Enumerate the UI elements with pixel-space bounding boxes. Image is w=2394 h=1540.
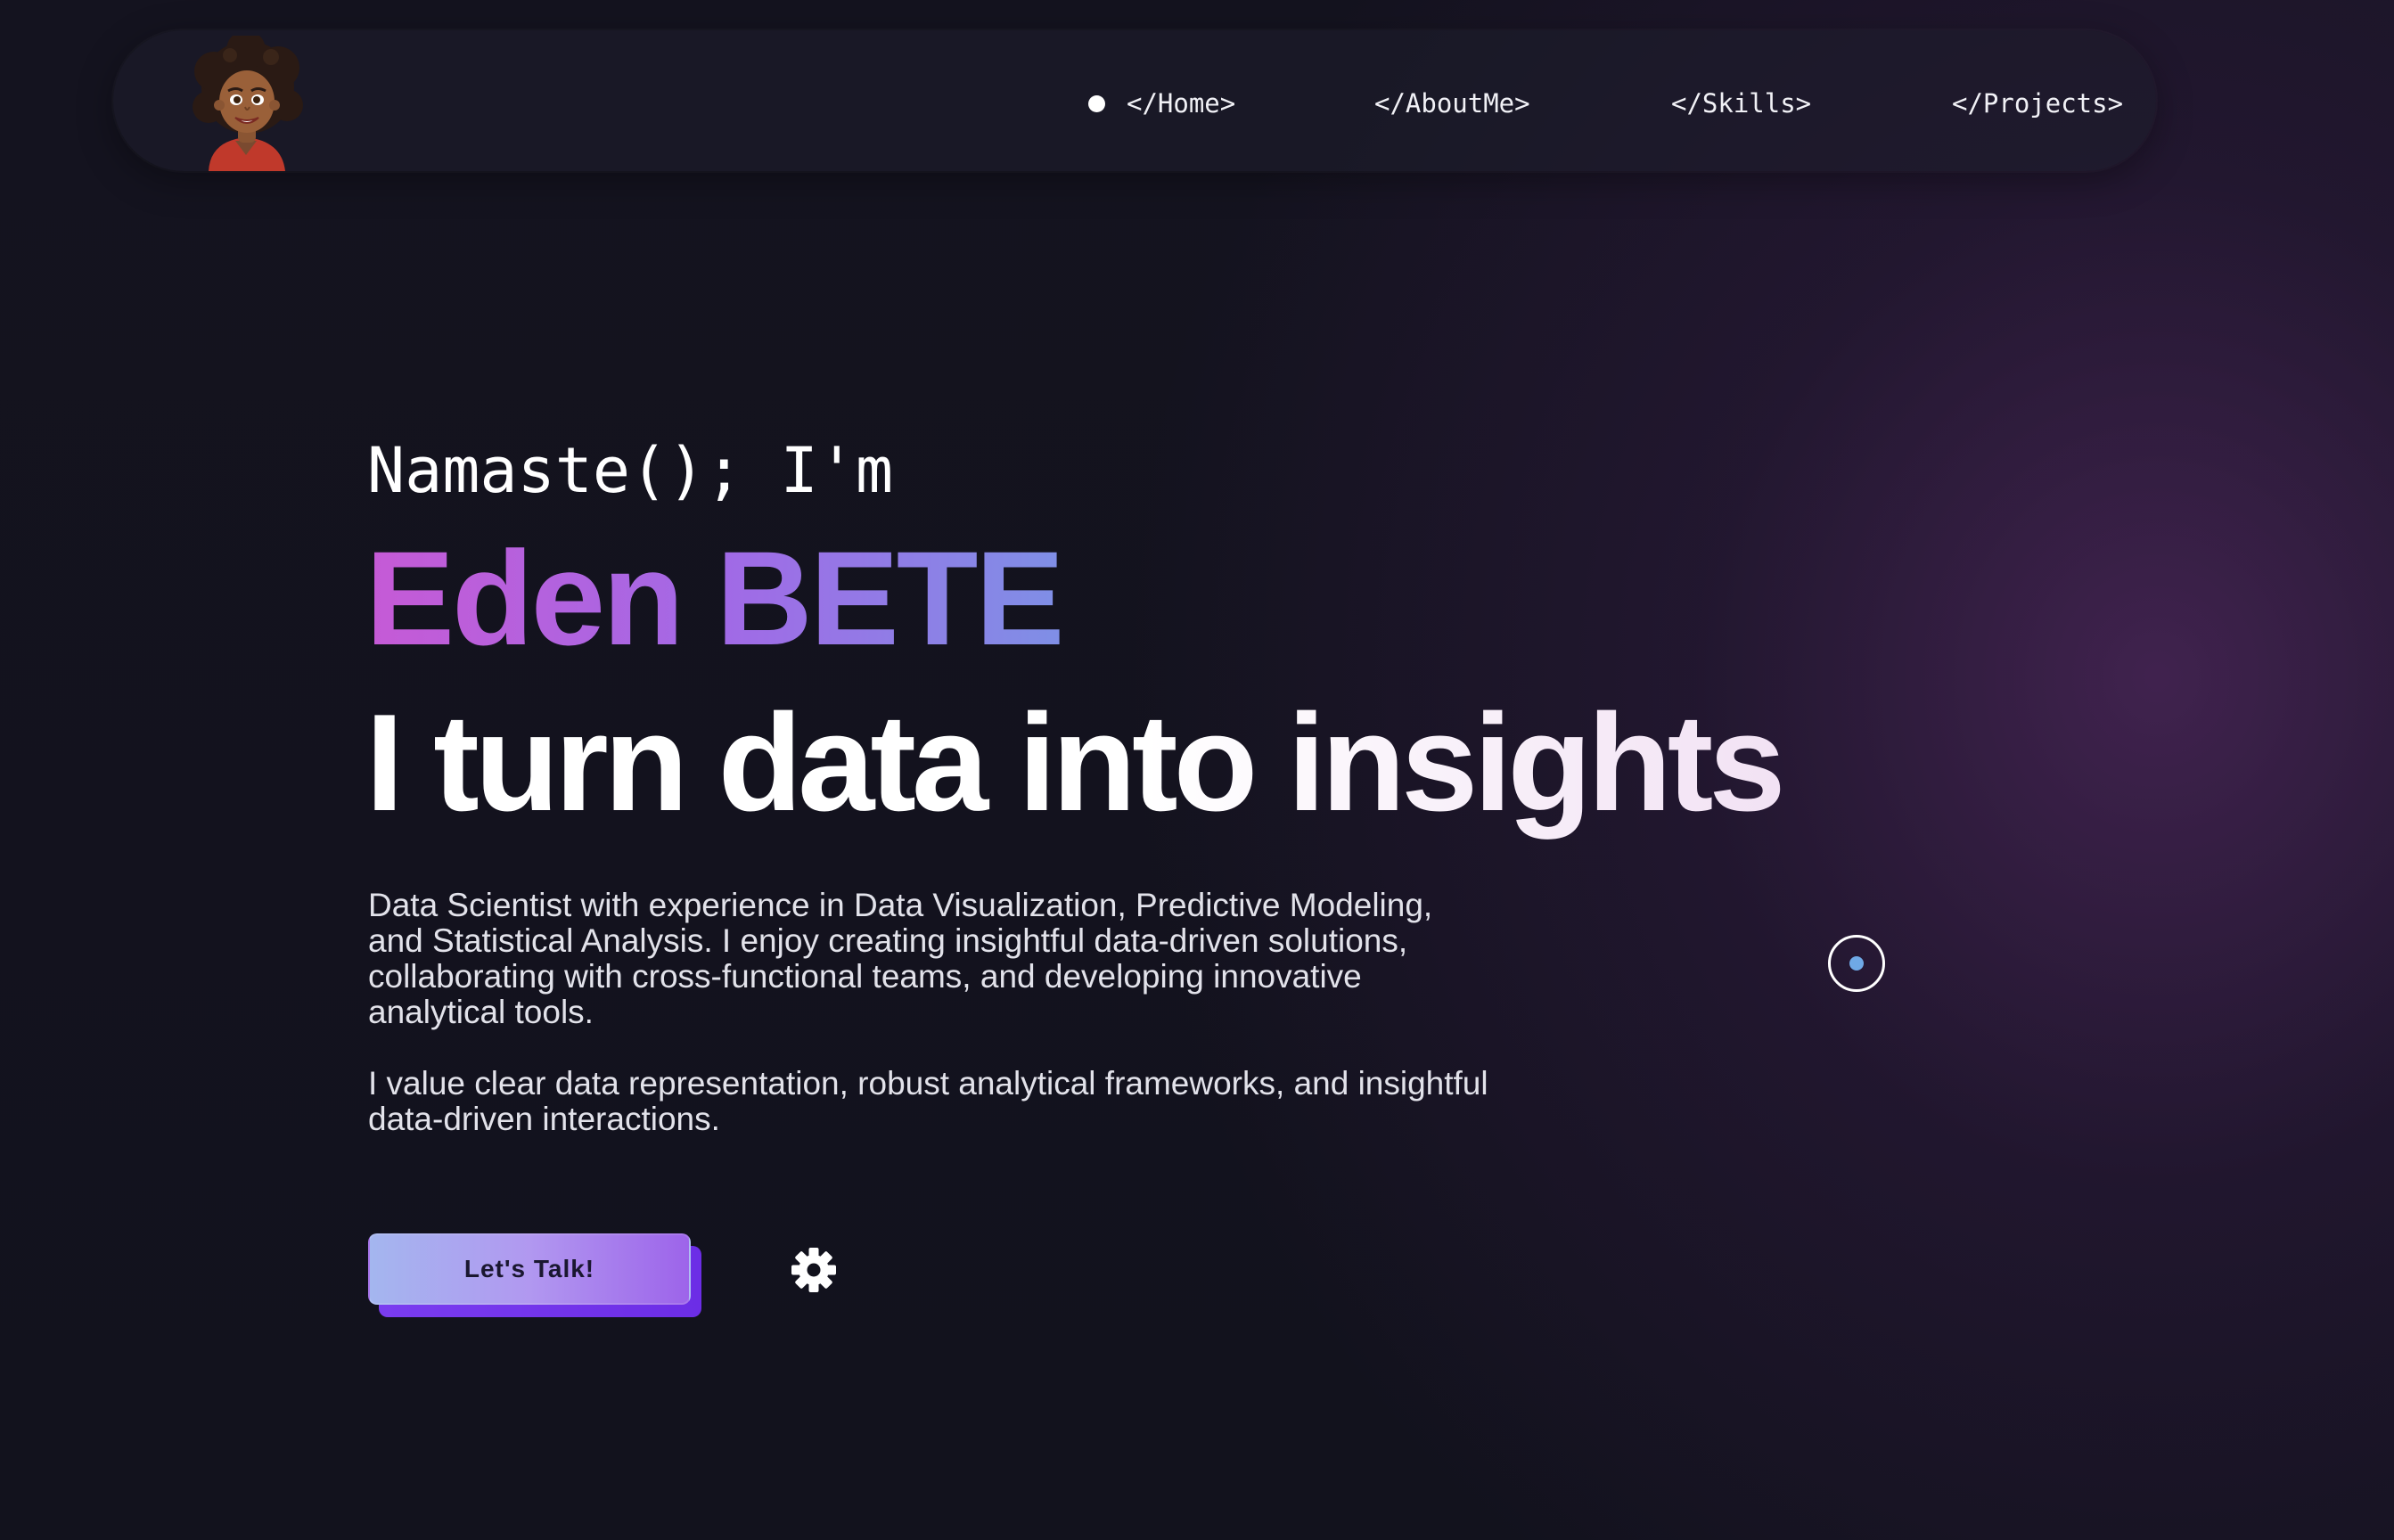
nav-link-skills[interactable]: </Skills>	[1671, 84, 1811, 123]
nav-link-about-label: </AboutMe>	[1374, 88, 1530, 119]
hero-bio-paragraph-2: I value clear data representation, robus…	[368, 1065, 1488, 1137]
nav-link-home-label: </Home>	[1127, 88, 1236, 119]
hero-tagline: I turn data into insights	[365, 683, 1786, 843]
active-indicator-dot	[1088, 94, 1105, 112]
nav-link-projects-label: </Projects>	[1952, 88, 2124, 119]
gear-icon[interactable]	[790, 1246, 838, 1294]
lets-talk-button[interactable]: Let's Talk!	[368, 1233, 701, 1317]
avatar[interactable]	[189, 36, 305, 171]
hero-name: Eden BETE	[365, 523, 1064, 673]
nav-link-skills-label: </Skills>	[1671, 88, 1812, 119]
nav-link-projects[interactable]: </Projects>	[1952, 84, 2123, 123]
custom-cursor-dot	[1849, 956, 1864, 971]
nav-link-home[interactable]: </Home>	[1088, 84, 1235, 123]
nav-link-about[interactable]: </AboutMe>	[1374, 84, 1530, 123]
lets-talk-button-label: Let's Talk!	[368, 1233, 691, 1305]
hero-greeting: Namaste(); I'm	[367, 434, 894, 507]
hero-bio-paragraph-1: Data Scientist with experience in Data V…	[368, 887, 1433, 1030]
